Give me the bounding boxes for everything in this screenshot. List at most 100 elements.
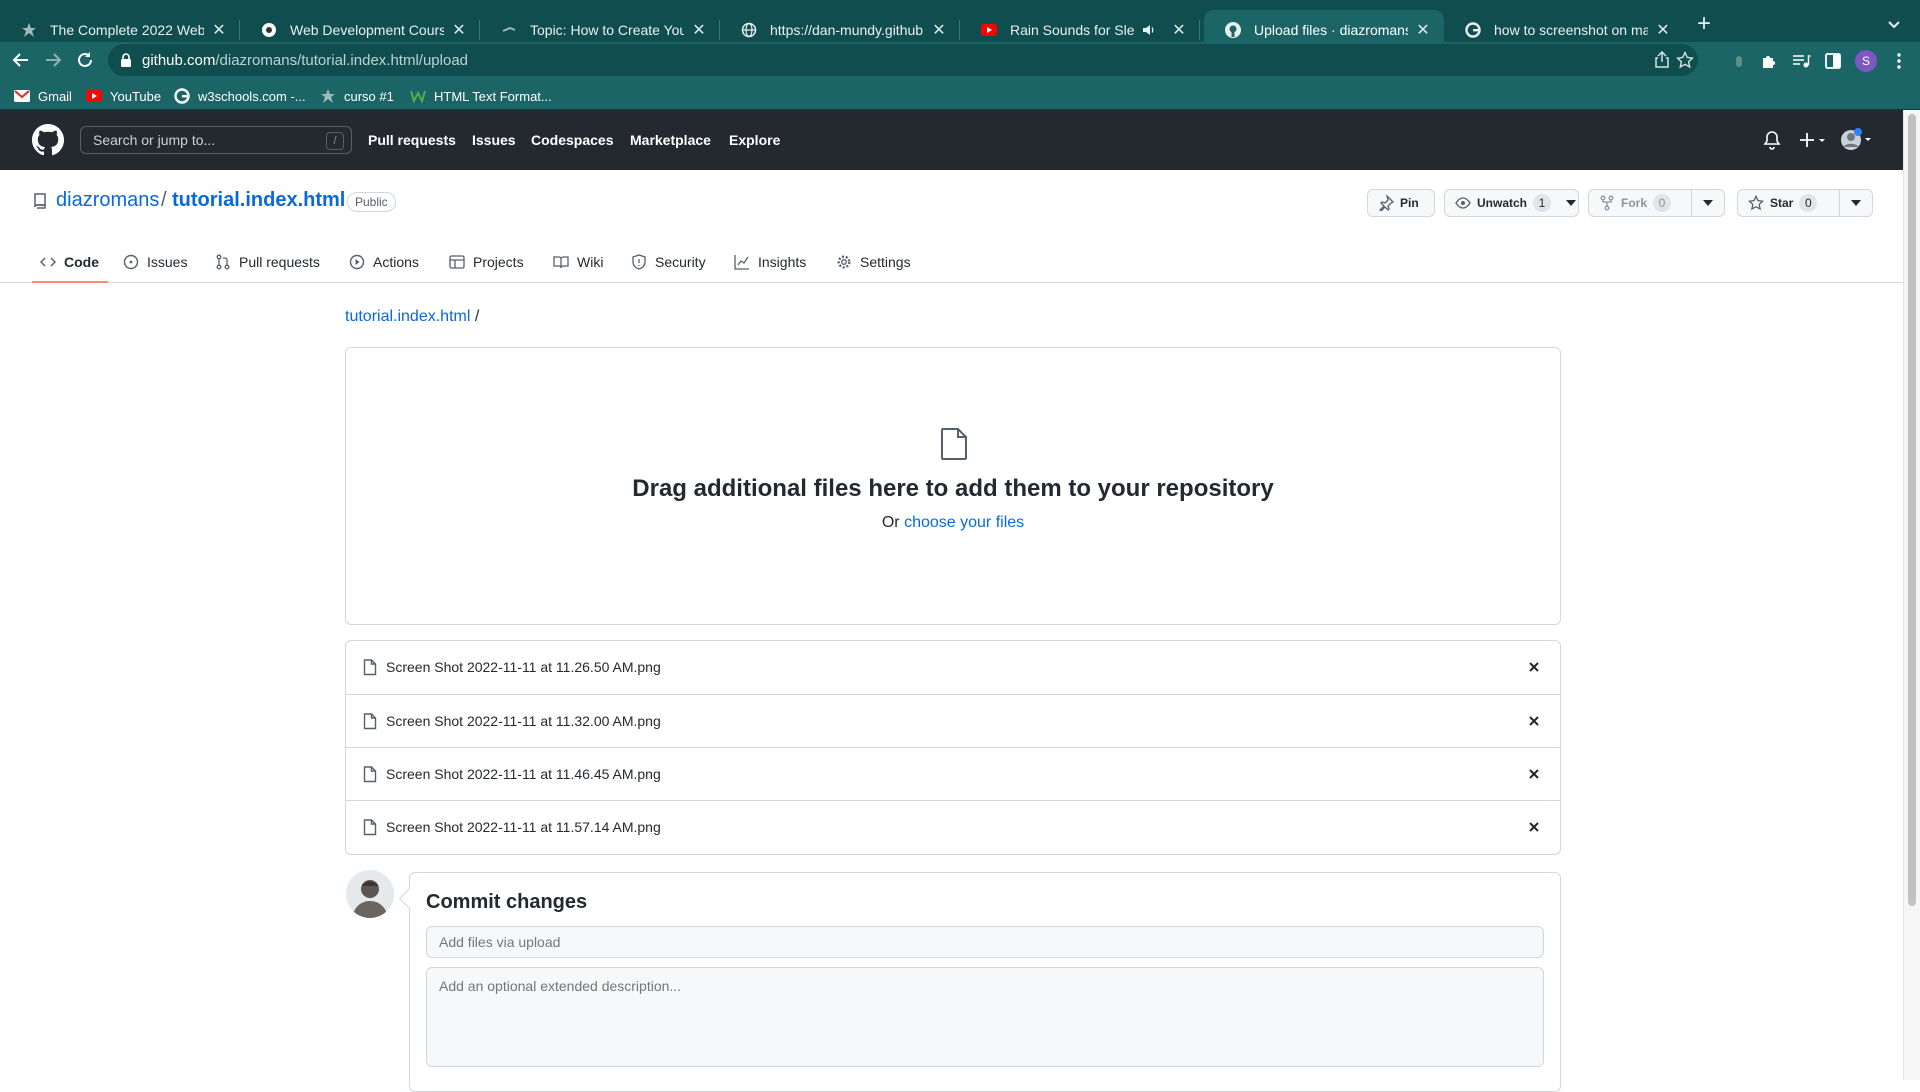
profile-avatar[interactable]: S [1855, 50, 1877, 72]
repo-name-link[interactable]: tutorial.index.html [172, 189, 345, 212]
tab-code[interactable]: Code [40, 240, 99, 283]
star-dropdown-button[interactable] [1839, 189, 1873, 217]
side-panel-icon[interactable] [1823, 51, 1843, 71]
play-circle-icon [349, 254, 365, 270]
tab-title: The Complete 2022 Web Devel [50, 22, 204, 38]
github-header: Search or jump to... / Pull requests Iss… [0, 110, 1903, 170]
page-scrollbar[interactable] [1903, 110, 1920, 1080]
bookmark-item[interactable]: Gmail [14, 86, 72, 106]
file-name: Screen Shot 2022-11-11 at 11.32.00 AM.pn… [386, 713, 661, 729]
bookmark-item[interactable]: w3schools.com -... [174, 86, 306, 106]
tab-search-icon[interactable] [1884, 14, 1904, 34]
graph-icon [734, 254, 750, 270]
fork-icon [1599, 195, 1615, 211]
forum-icon [500, 21, 518, 39]
nav-explore[interactable]: Explore [729, 132, 780, 148]
tab-security[interactable]: Security [631, 240, 706, 283]
github-logo-icon[interactable] [32, 124, 64, 156]
close-icon[interactable]: ✕ [930, 21, 948, 39]
star-counter: 0 [1799, 194, 1818, 212]
youtube-icon [86, 88, 102, 104]
code-icon [40, 254, 56, 270]
tab-title: Rain Sounds for Sleeping 1 [1010, 22, 1134, 38]
drop-zone-subtitle: Or choose your files [881, 514, 1025, 531]
shield-icon [631, 253, 647, 270]
new-tab-button[interactable]: + [1693, 12, 1715, 36]
speaker-icon[interactable] [1140, 21, 1158, 39]
visibility-badge: Public [347, 192, 396, 212]
commit-description-textarea[interactable] [426, 967, 1544, 1067]
share-icon[interactable] [1653, 51, 1671, 69]
bell-icon[interactable] [1763, 130, 1783, 150]
tab-insights[interactable]: Insights [734, 240, 806, 283]
uploaded-file-list: Screen Shot 2022-11-11 at 11.26.50 AM.pn… [345, 640, 1561, 855]
watch-counter: 1 [1533, 194, 1552, 212]
create-new-icon[interactable] [1799, 130, 1829, 150]
eye-icon [1455, 195, 1471, 211]
user-menu-avatar[interactable] [1840, 128, 1874, 152]
nav-codespaces[interactable]: Codespaces [531, 132, 613, 148]
w-icon [410, 88, 426, 104]
file-name: Screen Shot 2022-11-11 at 11.46.45 AM.pn… [386, 766, 661, 782]
commit-message-input[interactable] [426, 926, 1544, 958]
extension-icon[interactable] [1729, 51, 1749, 71]
tab-title: Web Development Course Reso [290, 22, 444, 38]
scrollbar-thumb[interactable] [1908, 114, 1916, 906]
pin-button[interactable]: Pin [1367, 189, 1435, 217]
tab-title: Upload files · diazromans/tutor [1254, 22, 1408, 38]
commit-changes-box: Commit changes [409, 872, 1561, 1092]
lock-icon [120, 53, 132, 67]
tab-wiki[interactable]: Wiki [553, 240, 603, 283]
star-icon [320, 88, 336, 104]
bookmark-star-icon[interactable] [1676, 51, 1694, 69]
choose-files-link[interactable]: choose your files [904, 514, 1024, 531]
file-drop-zone[interactable]: Drag additional files here to add them t… [345, 347, 1561, 625]
course-icon [260, 21, 278, 39]
bookmark-item[interactable]: curso #1 [320, 86, 394, 106]
close-icon[interactable]: ✕ [690, 21, 708, 39]
nav-issues[interactable]: Issues [472, 132, 516, 148]
tab-pull-requests[interactable]: Pull requests [215, 240, 320, 283]
tab-actions[interactable]: Actions [349, 240, 419, 283]
star-icon [20, 21, 38, 39]
remove-file-icon[interactable] [1526, 659, 1542, 675]
repo-owner-link[interactable]: diazromans [56, 189, 159, 212]
tab-issues[interactable]: Issues [123, 240, 187, 283]
address-bar[interactable]: github.com/diazromans/tutorial.index.htm… [108, 44, 1698, 76]
file-icon [363, 659, 377, 676]
browser-menu-icon[interactable] [1889, 51, 1909, 71]
repo-path-separator: / [161, 189, 167, 211]
file-icon [363, 766, 377, 783]
nav-marketplace[interactable]: Marketplace [630, 132, 711, 148]
unwatch-button[interactable]: Unwatch 1 [1444, 189, 1564, 217]
close-icon[interactable]: ✕ [450, 21, 468, 39]
close-icon[interactable]: ✕ [1414, 21, 1432, 39]
close-icon[interactable]: ✕ [1170, 21, 1188, 39]
unwatch-dropdown-button[interactable] [1563, 189, 1579, 217]
tab-settings[interactable]: Settings [836, 240, 911, 283]
fork-dropdown-button[interactable] [1691, 189, 1725, 217]
fork-button[interactable]: Fork 0 [1588, 189, 1692, 217]
reload-button[interactable] [70, 42, 100, 78]
remove-file-icon[interactable] [1526, 713, 1542, 729]
star-button[interactable]: Star 0 [1737, 189, 1840, 217]
remove-file-icon[interactable] [1526, 766, 1542, 782]
bookmark-item[interactable]: HTML Text Format... [410, 86, 552, 106]
drop-zone-title: Drag additional files here to add them t… [632, 475, 1274, 502]
remove-file-icon[interactable] [1526, 819, 1542, 835]
bookmark-item[interactable]: YouTube [86, 86, 161, 106]
table-icon [449, 254, 465, 270]
breadcrumb-repo-link[interactable]: tutorial.index.html [345, 308, 470, 325]
media-control-icon[interactable] [1791, 51, 1811, 71]
close-icon[interactable]: ✕ [210, 21, 228, 39]
github-icon [1224, 21, 1242, 39]
file-list-item: Screen Shot 2022-11-11 at 11.32.00 AM.pn… [346, 694, 1560, 747]
puzzle-icon[interactable] [1759, 51, 1779, 71]
file-name: Screen Shot 2022-11-11 at 11.57.14 AM.pn… [386, 819, 661, 835]
forward-button[interactable] [38, 42, 68, 78]
close-icon[interactable]: ✕ [1654, 21, 1672, 39]
search-input[interactable]: Search or jump to... / [80, 126, 352, 154]
back-button[interactable] [6, 42, 36, 78]
nav-pull-requests[interactable]: Pull requests [368, 132, 456, 148]
tab-projects[interactable]: Projects [449, 240, 524, 283]
